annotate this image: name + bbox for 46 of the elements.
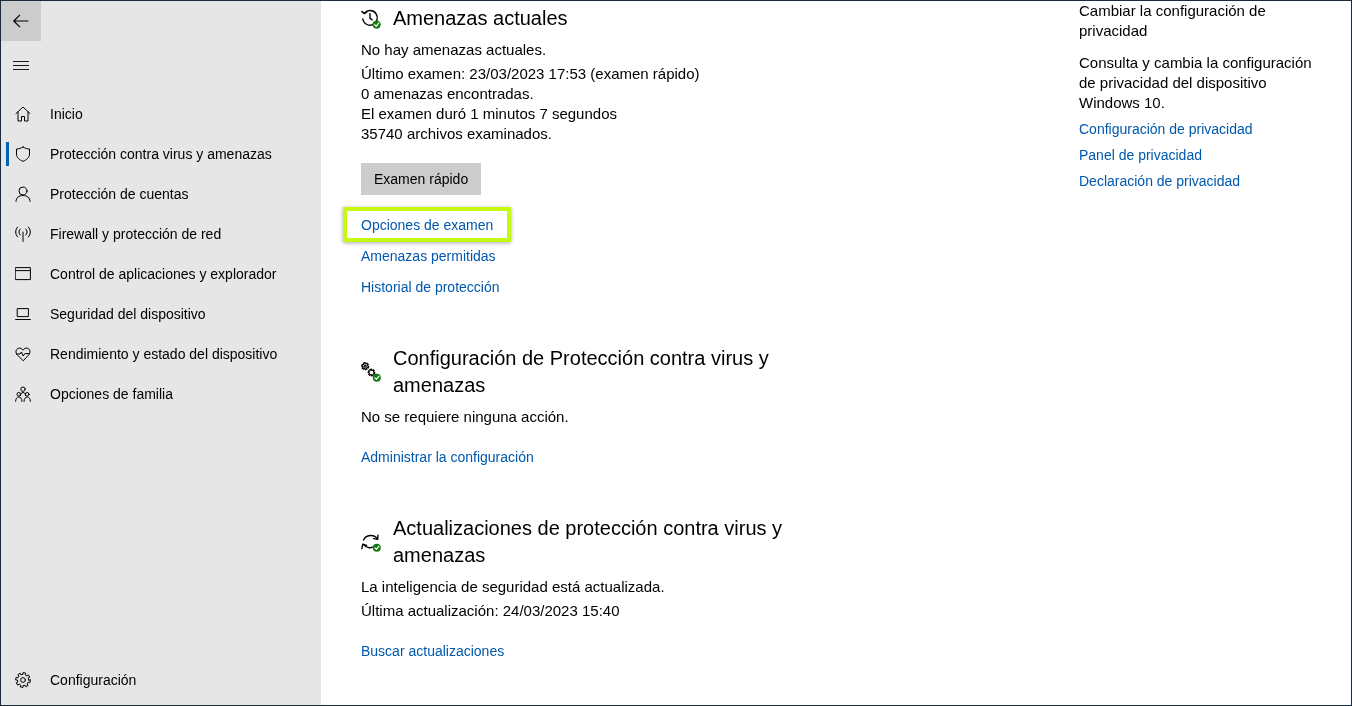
status-text: La inteligencia de seguridad está actualizada. bbox=[361, 577, 665, 597]
status-text: No hay amenazas actuales. bbox=[361, 40, 547, 60]
scan-button[interactable]: Examen rápido bbox=[361, 163, 482, 195]
gears-check-icon bbox=[361, 362, 381, 382]
privacy-link[interactable]: Declaración de privacidad bbox=[1079, 171, 1241, 191]
heart-pulse-icon bbox=[15, 346, 31, 362]
status-text: No se requiere ninguna acción. bbox=[361, 407, 569, 427]
sidebar-item[interactable]: Protección contra virus y amenazas bbox=[6, 142, 272, 166]
link[interactable]: Buscar actualizaciones bbox=[361, 641, 505, 661]
sidebar-item[interactable]: Firewall y protección de red bbox=[6, 222, 222, 246]
privacy-link[interactable]: Configuración de privacidad bbox=[1079, 119, 1253, 139]
back-button[interactable] bbox=[1, 1, 41, 41]
link[interactable]: Amenazas permitidas bbox=[361, 246, 496, 266]
link[interactable]: Historial de protección bbox=[361, 277, 500, 297]
sidebar-item[interactable]: Opciones de familia bbox=[6, 382, 173, 406]
privacy-link[interactable]: Panel de privacidad bbox=[1079, 145, 1202, 165]
sidebar-item[interactable]: Seguridad del dispositivo bbox=[6, 302, 206, 326]
settings-icon bbox=[15, 672, 31, 688]
back-arrow-icon bbox=[13, 14, 29, 28]
person-icon bbox=[15, 186, 31, 202]
clock-check-icon bbox=[361, 8, 381, 29]
home-icon bbox=[15, 106, 31, 122]
refresh-check-icon bbox=[361, 532, 381, 552]
sidebar-item[interactable]: Control de aplicaciones y explorador bbox=[6, 262, 277, 286]
detail-text: Última actualización: 24/03/2023 15:40 bbox=[361, 601, 620, 621]
antenna-icon bbox=[15, 226, 31, 242]
sidebar-item[interactable]: Inicio bbox=[6, 102, 83, 126]
family-icon bbox=[15, 386, 31, 402]
sidebar-item[interactable]: Rendimiento y estado del dispositivo bbox=[6, 342, 278, 366]
privacy-title: Cambiar la configuración de privacidad bbox=[1079, 1, 1267, 41]
section-title: Actualizaciones de protección contra virus y amenazas bbox=[393, 516, 784, 568]
detail-text: 0 amenazas encontradas. bbox=[361, 84, 534, 104]
menu-icon[interactable] bbox=[13, 61, 29, 70]
laptop-icon bbox=[15, 306, 31, 322]
section-title: Configuración de Protección contra virus y amenazas bbox=[393, 346, 770, 398]
detail-text: El examen duró 1 minutos 7 segundos bbox=[361, 104, 617, 124]
shield-icon bbox=[15, 146, 31, 162]
section-title: Amenazas actuales bbox=[393, 6, 568, 31]
highlighted-link[interactable]: Opciones de examen bbox=[343, 207, 512, 242]
detail-text: 35740 archivos examinados. bbox=[361, 124, 552, 144]
sidebar-item[interactable]: Protección de cuentas bbox=[6, 182, 189, 206]
settings-item[interactable]: Configuración bbox=[6, 668, 137, 692]
privacy-description: Consulta y cambia la configuración de privacidad del dispositivo Windows 10. bbox=[1079, 53, 1313, 113]
browser-window-icon bbox=[15, 266, 31, 282]
link[interactable]: Administrar la configuración bbox=[361, 447, 534, 467]
detail-text: Último examen: 23/03/2023 17:53 (examen rápido) bbox=[361, 64, 700, 84]
